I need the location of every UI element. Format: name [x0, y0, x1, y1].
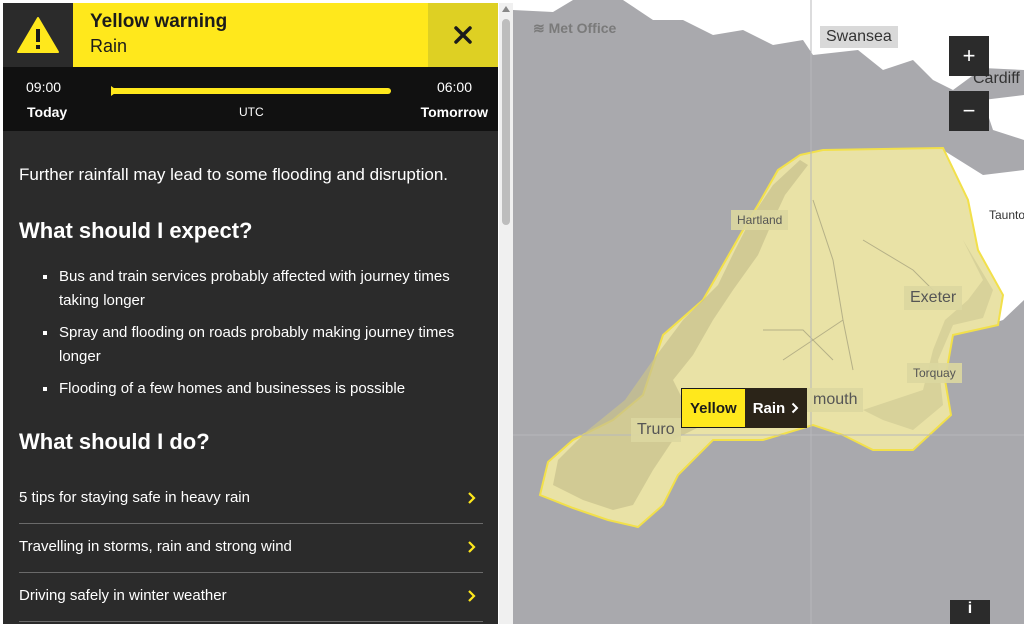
warning-timeline: 09:00 Today UTC 06:00 Tomorrow [3, 67, 498, 131]
warning-summary: Further rainfall may lead to some floodi… [19, 165, 449, 184]
advice-links: 5 tips for staying safe in heavy rain Tr… [19, 475, 483, 622]
map[interactable]: ≋ Met Office Swansea Cardiff Taunto Hart… [513, 0, 1024, 624]
do-heading: What should I do? [19, 429, 210, 454]
timeline-bar-start [111, 86, 118, 96]
expect-list: Bus and train services probably affected… [19, 265, 483, 409]
advice-link-label: Driving safely in winter weather [19, 587, 227, 604]
expect-heading: What should I expect? [19, 218, 253, 243]
tag-type-box: Rain [744, 388, 808, 428]
end-day: Tomorrow [420, 104, 488, 120]
advice-link-storms[interactable]: Travelling in storms, rain and strong wi… [19, 524, 483, 573]
warning-type: Rain [90, 36, 128, 56]
warning-panel: Yellow warning Rain 09:00 Today UTC 06:0… [3, 3, 498, 624]
warning-map-tag[interactable]: Yellow Rain [681, 388, 808, 428]
place-label-taunton: Taunto [989, 208, 1024, 222]
warning-triangle-icon [17, 17, 59, 53]
start-time: 09:00 [26, 79, 62, 95]
panel-scrollbar[interactable] [499, 3, 513, 624]
place-label-swansea: Swansea [820, 26, 898, 48]
close-button[interactable] [428, 3, 498, 67]
map-base [513, 0, 1024, 624]
scrollbar-thumb[interactable] [502, 19, 510, 225]
place-label-truro: Truro [631, 418, 681, 442]
list-item: Spray and flooding on roads probably mak… [43, 321, 483, 369]
place-label-plymouth: mouth [807, 388, 864, 412]
place-label-hartland: Hartland [731, 210, 789, 230]
warning-header: Yellow warning Rain [3, 3, 498, 67]
timeline-bar [111, 88, 391, 94]
met-office-logo: ≋ Met Office [533, 20, 617, 36]
advice-link-label: Travelling in storms, rain and strong wi… [19, 538, 292, 555]
scroll-up-arrow-icon[interactable] [502, 6, 510, 12]
tag-type: Rain [752, 399, 786, 417]
info-button[interactable]: i [950, 600, 990, 624]
close-icon [454, 26, 472, 44]
place-label-exeter: Exeter [904, 286, 963, 310]
list-item: Flooding of a few homes and businesses i… [43, 377, 483, 401]
zoom-out-button[interactable]: − [949, 91, 989, 131]
start-day: Today [27, 104, 68, 120]
list-item: Bus and train services probably affected… [43, 265, 483, 313]
advice-link-heavy-rain[interactable]: 5 tips for staying safe in heavy rain [19, 475, 483, 524]
chevron-right-icon [468, 541, 476, 553]
chevron-right-icon [791, 402, 799, 414]
zoom-in-button[interactable]: + [949, 36, 989, 76]
place-label-torquay: Torquay [907, 363, 962, 383]
advice-link-winter-driving[interactable]: Driving safely in winter weather [19, 573, 483, 622]
tag-level: Yellow [681, 388, 745, 428]
warning-icon-box [3, 3, 73, 67]
logo-text: Met Office [548, 20, 617, 36]
chevron-right-icon [468, 492, 476, 504]
chevron-right-icon [468, 590, 476, 602]
end-time: 06:00 [436, 79, 472, 95]
advice-link-label: 5 tips for staying safe in heavy rain [19, 489, 250, 506]
warning-title: Yellow warning [90, 11, 228, 32]
timezone-label: UTC [239, 105, 264, 119]
